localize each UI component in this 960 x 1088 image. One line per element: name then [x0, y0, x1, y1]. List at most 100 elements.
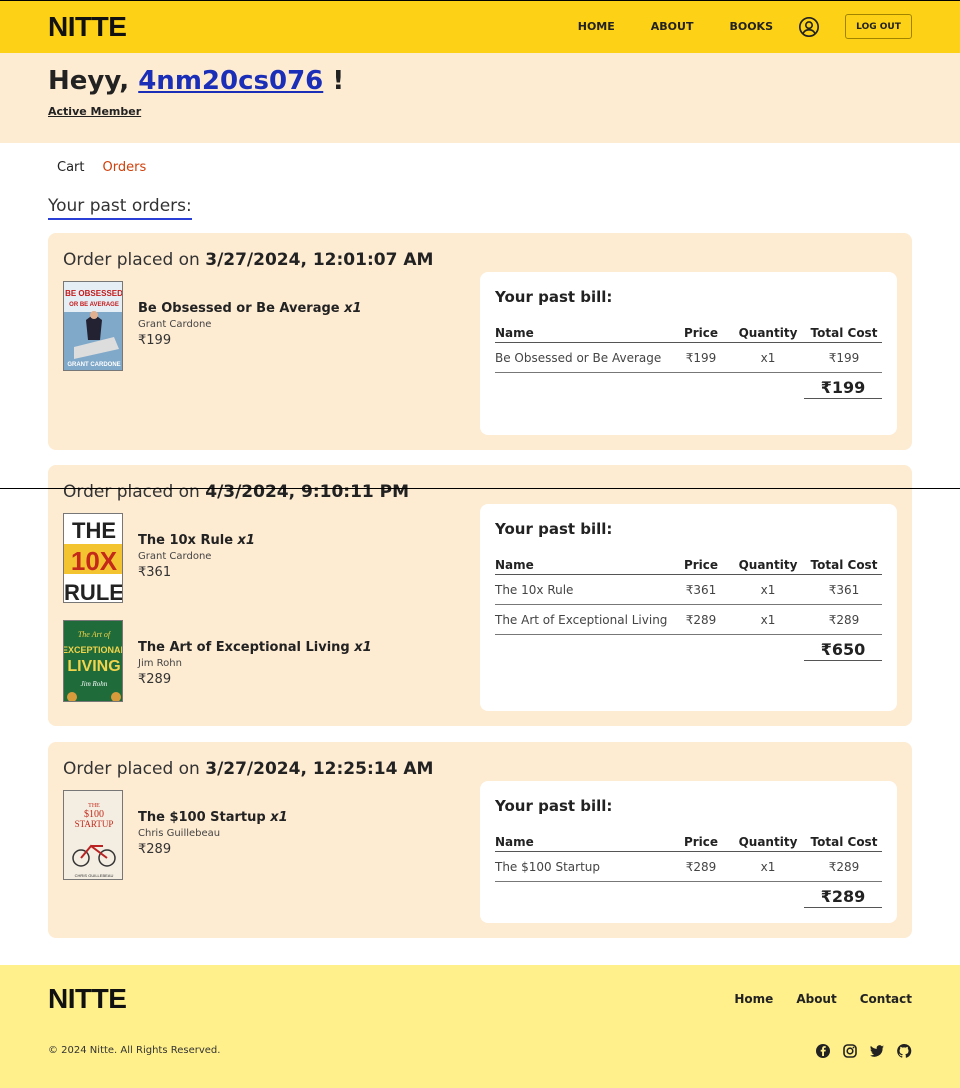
social-links — [804, 1043, 912, 1059]
item-author: Grant Cardone — [138, 319, 212, 330]
order-date-prefix: Order placed on — [63, 482, 200, 502]
greeting: Heyy, 4nm20cs076 ! — [48, 65, 912, 97]
col-total: Total Cost — [806, 835, 882, 852]
github-icon[interactable] — [896, 1043, 912, 1059]
order-item: THE $100 STARTUP CHRIS GUILLEBEAU The $1… — [63, 790, 288, 880]
nav-about[interactable]: ABOUT — [651, 20, 694, 33]
item-price: ₹361 — [138, 565, 172, 580]
item-title: Be Obsessed or Be Average x1 — [138, 301, 362, 316]
svg-text:BE OBSESSED: BE OBSESSED — [65, 289, 123, 298]
item-author: Grant Cardone — [138, 551, 212, 562]
svg-text:RULE: RULE — [64, 580, 123, 603]
order-card: Order placed on 4/3/2024, 9:10:11 PM THE… — [48, 465, 912, 726]
facebook-icon[interactable] — [815, 1043, 831, 1059]
order-item: The Art of EXCEPTIONAL LIVING Jim Rohn T… — [63, 620, 372, 702]
svg-text:STARTUP: STARTUP — [75, 819, 114, 829]
order-date-value: 3/27/2024, 12:01:07 AM — [205, 250, 434, 270]
footer-links: Home About Contact — [711, 992, 912, 1006]
book-cover: THE $100 STARTUP CHRIS GUILLEBEAU — [63, 790, 123, 880]
copyright: © 2024 Nitte. All Rights Reserved. — [48, 1045, 221, 1056]
col-quantity: Quantity — [730, 835, 806, 852]
bill-title: Your past bill: — [495, 520, 613, 538]
footer: NITTE Home About Contact © 2024 Nitte. A… — [0, 965, 960, 1088]
book-cover: The Art of EXCEPTIONAL LIVING Jim Rohn — [63, 620, 123, 702]
order-date-value: 4/3/2024, 9:10:11 PM — [205, 482, 410, 502]
greeting-prefix: Heyy, — [48, 66, 130, 96]
order-date-prefix: Order placed on — [63, 759, 200, 779]
col-quantity: Quantity — [730, 326, 806, 343]
footer-link-contact[interactable]: Contact — [860, 992, 912, 1006]
bill-card: Your past bill: Name Price Quantity Tota… — [480, 504, 897, 711]
col-total: Total Cost — [806, 558, 882, 575]
col-quantity: Quantity — [730, 558, 806, 575]
order-item: BE OBSESSED OR BE AVERAGE GRANT CARDONE … — [63, 281, 362, 371]
item-qty: x1 — [270, 810, 288, 825]
svg-text:10X: 10X — [71, 546, 118, 576]
nav-books[interactable]: BOOKS — [729, 20, 773, 33]
col-total: Total Cost — [806, 326, 882, 343]
account-tabs: Cart Orders — [57, 160, 164, 175]
item-title: The 10x Rule x1 — [138, 533, 255, 548]
col-price: Price — [672, 835, 730, 852]
username-link[interactable]: 4nm20cs076 — [138, 66, 323, 96]
svg-text:THE: THE — [72, 518, 116, 543]
svg-text:CHRIS GUILLEBEAU: CHRIS GUILLEBEAU — [75, 873, 114, 878]
svg-text:EXCEPTIONAL: EXCEPTIONAL — [64, 645, 123, 655]
item-price: ₹289 — [138, 842, 172, 857]
svg-text:OR BE AVERAGE: OR BE AVERAGE — [69, 302, 119, 308]
item-title: The $100 Startup x1 — [138, 810, 288, 825]
bill-total: ₹199 — [804, 376, 882, 399]
bill-table: Name Price Quantity Total Cost The $100 … — [495, 835, 882, 882]
top-divider — [0, 0, 960, 1]
col-name: Name — [495, 835, 672, 852]
item-qty: x1 — [344, 301, 362, 316]
bill-table: Name Price Quantity Total Cost Be Obsess… — [495, 326, 882, 373]
svg-text:LIVING: LIVING — [67, 658, 120, 675]
footer-brand[interactable]: NITTE — [48, 983, 127, 1015]
bill-card: Your past bill: Name Price Quantity Tota… — [480, 272, 897, 435]
order-card: Order placed on 3/27/2024, 12:01:07 AM B… — [48, 233, 912, 450]
item-title: The Art of Exceptional Living x1 — [138, 640, 372, 655]
brand-logo[interactable]: NITTE — [48, 11, 127, 43]
bill-title: Your past bill: — [495, 797, 613, 815]
section-title: Your past orders: — [48, 196, 192, 220]
item-qty: x1 — [354, 640, 372, 655]
instagram-icon[interactable] — [842, 1043, 858, 1059]
logout-button[interactable]: LOG OUT — [845, 14, 912, 39]
order-date: Order placed on 3/27/2024, 12:01:07 AM — [63, 250, 433, 270]
bill-table: Name Price Quantity Total Cost The 10x R… — [495, 558, 882, 635]
bill-title: Your past bill: — [495, 288, 613, 306]
item-author: Chris Guillebeau — [138, 828, 221, 839]
tab-cart[interactable]: Cart — [57, 160, 85, 175]
greeting-banner: Heyy, 4nm20cs076 ! Active Member — [0, 53, 960, 143]
item-author: Jim Rohn — [138, 658, 182, 669]
book-cover: BE OBSESSED OR BE AVERAGE GRANT CARDONE — [63, 281, 123, 371]
user-profile-icon[interactable] — [798, 16, 820, 38]
bill-total: ₹650 — [804, 638, 882, 661]
svg-text:Jim Rohn: Jim Rohn — [81, 680, 108, 688]
order-date: Order placed on 3/27/2024, 12:25:14 AM — [63, 759, 433, 779]
svg-text:The Art of: The Art of — [78, 630, 112, 639]
item-qty: x1 — [237, 533, 255, 548]
greeting-suffix: ! — [332, 66, 345, 96]
bill-card: Your past bill: Name Price Quantity Tota… — [480, 781, 897, 923]
member-status: Active Member — [48, 105, 142, 118]
twitter-icon[interactable] — [869, 1043, 885, 1059]
order-item: THE 10X RULE The 10x Rule x1 Grant Cardo… — [63, 513, 255, 603]
table-row: Be Obsessed or Be Average ₹199 x1 ₹199 — [495, 342, 882, 373]
col-name: Name — [495, 558, 672, 575]
table-row: The Art of Exceptional Living ₹289 x1 ₹2… — [495, 604, 882, 635]
order-date-value: 3/27/2024, 12:25:14 AM — [205, 759, 434, 779]
bill-total: ₹289 — [804, 885, 882, 908]
item-price: ₹199 — [138, 333, 172, 348]
overlay-divider — [0, 488, 960, 489]
footer-link-about[interactable]: About — [796, 992, 836, 1006]
svg-text:GRANT CARDONE: GRANT CARDONE — [67, 362, 120, 368]
order-card: Order placed on 3/27/2024, 12:25:14 AM T… — [48, 742, 912, 938]
footer-link-home[interactable]: Home — [734, 992, 773, 1006]
navbar: NITTE HOME ABOUT BOOKS LOG OUT — [0, 0, 960, 53]
tab-orders[interactable]: Orders — [103, 160, 147, 175]
col-price: Price — [672, 558, 730, 575]
item-price: ₹289 — [138, 672, 172, 687]
nav-home[interactable]: HOME — [578, 20, 615, 33]
